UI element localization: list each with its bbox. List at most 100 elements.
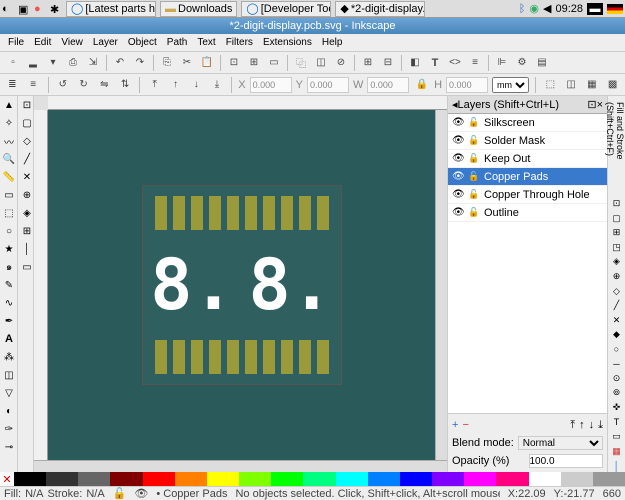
- snap-grid2-icon[interactable]: ▦: [609, 445, 625, 458]
- copper-pad[interactable]: [263, 340, 275, 374]
- snap-center-icon[interactable]: ⊕: [609, 270, 625, 283]
- ruler-vertical[interactable]: [34, 110, 48, 460]
- color-swatch[interactable]: [496, 472, 528, 486]
- raise-top-button[interactable]: ⤒: [146, 76, 163, 94]
- bezier-tool[interactable]: ∿: [0, 294, 18, 312]
- affect-corners-button[interactable]: ◫: [563, 76, 580, 94]
- copper-pad[interactable]: [299, 340, 311, 374]
- snap-smooth-icon[interactable]: ○: [609, 343, 625, 356]
- eye-icon[interactable]: 👁: [452, 153, 464, 164]
- terminal-icon[interactable]: ▣: [18, 3, 30, 15]
- bucket-tool[interactable]: ▽: [0, 384, 18, 402]
- lower-button[interactable]: ↓: [188, 76, 205, 94]
- star-tool[interactable]: ★: [0, 240, 18, 258]
- align-button[interactable]: ⊫: [493, 54, 511, 72]
- unit-select[interactable]: mm: [492, 77, 529, 93]
- 3dbox-tool[interactable]: ⬚: [0, 204, 18, 222]
- snap-bbox-icon[interactable]: ▢: [609, 212, 625, 225]
- color-swatch[interactable]: [303, 472, 335, 486]
- current-layer[interactable]: • Copper Pads: [156, 488, 227, 500]
- snap-pgborder-icon[interactable]: ▭: [609, 430, 625, 443]
- zoom-fit-button[interactable]: ⊡: [225, 54, 243, 72]
- duplicate-button[interactable]: ⿻: [292, 54, 310, 72]
- layer-row[interactable]: 👁🔓Outline: [448, 204, 607, 222]
- eraser-tool[interactable]: ◫: [0, 366, 18, 384]
- add-layer-button[interactable]: +: [452, 419, 458, 431]
- lock-icon[interactable]: 🔓: [468, 207, 480, 218]
- layer-bottom-button[interactable]: ⤓: [598, 419, 603, 432]
- color-swatch[interactable]: [78, 472, 110, 486]
- paste-button[interactable]: 📋: [198, 54, 216, 72]
- copper-pad[interactable]: [227, 340, 239, 374]
- color-swatch[interactable]: [529, 472, 561, 486]
- layer-top-button[interactable]: ⤒: [570, 419, 575, 432]
- group-button[interactable]: ⊞: [359, 54, 377, 72]
- text-button[interactable]: T: [426, 54, 444, 72]
- tray-flag-de[interactable]: [607, 4, 623, 14]
- print-button[interactable]: ⎙: [64, 54, 82, 72]
- color-swatch[interactable]: [432, 472, 464, 486]
- snap-guide2-icon[interactable]: │: [609, 459, 625, 472]
- copper-pad[interactable]: [155, 196, 167, 230]
- ruler-horizontal[interactable]: [48, 96, 447, 110]
- layer-visible-icon[interactable]: 👁: [134, 487, 148, 500]
- eye-icon[interactable]: 👁: [452, 135, 464, 146]
- menu-layer[interactable]: Layer: [89, 36, 122, 49]
- fill-stroke-button[interactable]: ◧: [406, 54, 424, 72]
- snap-others-icon[interactable]: ⊙: [609, 372, 625, 385]
- snap-enable-icon[interactable]: ⊡: [609, 197, 625, 210]
- lock-icon[interactable]: 🔓: [468, 117, 480, 128]
- zoom-value[interactable]: 660: [603, 488, 621, 500]
- app-menu-icon[interactable]: ◐: [2, 3, 14, 15]
- open-button[interactable]: ▂: [24, 54, 42, 72]
- color-swatch[interactable]: [464, 472, 496, 486]
- copper-pad[interactable]: [227, 196, 239, 230]
- menu-extensions[interactable]: Extensions: [259, 36, 316, 49]
- snap-mid-icon[interactable]: ◈: [609, 256, 625, 269]
- copper-pad[interactable]: [299, 196, 311, 230]
- stroke-value[interactable]: N/A: [86, 488, 104, 500]
- copper-pad[interactable]: [209, 340, 221, 374]
- export-button[interactable]: ⇲: [84, 54, 102, 72]
- selector-tool[interactable]: ▲: [0, 96, 18, 114]
- menu-file[interactable]: File: [4, 36, 28, 49]
- panel-undock-icon[interactable]: ⊡: [587, 98, 596, 111]
- menu-path[interactable]: Path: [163, 36, 192, 49]
- copper-pad[interactable]: [245, 340, 257, 374]
- color-swatch[interactable]: [239, 472, 271, 486]
- snap-edge-icon[interactable]: ⊞: [609, 227, 625, 240]
- color-swatch[interactable]: [110, 472, 142, 486]
- redo-button[interactable]: ↷: [131, 54, 149, 72]
- prefs-button[interactable]: ⚙: [513, 54, 531, 72]
- zoom-page-button[interactable]: ▭: [265, 54, 283, 72]
- color-swatch[interactable]: [175, 472, 207, 486]
- fan-icon[interactable]: ✱: [50, 3, 62, 15]
- opacity-input[interactable]: [529, 454, 604, 468]
- dropper-tool[interactable]: ✑: [0, 420, 18, 438]
- layer-row[interactable]: 👁🔓Solder Mask: [448, 132, 607, 150]
- doc-prefs-button[interactable]: ▤: [533, 54, 551, 72]
- eye-icon[interactable]: 👁: [452, 171, 464, 182]
- blend-mode-select[interactable]: Normal: [518, 436, 603, 450]
- layer-down-button[interactable]: ↓: [589, 419, 595, 431]
- eye-icon[interactable]: 👁: [452, 117, 464, 128]
- menu-object[interactable]: Object: [124, 36, 161, 49]
- volume-icon[interactable]: ◀: [543, 2, 551, 15]
- taskbar-item-3[interactable]: ◆*2-digit-display.pc...: [335, 1, 425, 17]
- lock-aspect-button[interactable]: 🔒: [413, 76, 430, 94]
- color-palette[interactable]: ✕: [0, 472, 625, 486]
- pcb-artwork[interactable]: 8. 8.: [142, 185, 342, 385]
- raise-button[interactable]: ↑: [167, 76, 184, 94]
- copper-pad[interactable]: [245, 196, 257, 230]
- copper-pad[interactable]: [155, 340, 167, 374]
- firefox-icon[interactable]: ●: [34, 3, 46, 15]
- affect-gradient-button[interactable]: ▦: [583, 76, 600, 94]
- no-color-swatch[interactable]: ✕: [0, 472, 14, 486]
- canvas-scrollbar-v[interactable]: [435, 110, 447, 460]
- zoom-draw-button[interactable]: ⊞: [245, 54, 263, 72]
- undo-button[interactable]: ↶: [111, 54, 129, 72]
- snap-cusp-icon[interactable]: ◆: [609, 328, 625, 341]
- layer-row[interactable]: 👁🔓Copper Through Hole: [448, 186, 607, 204]
- wifi-icon[interactable]: ◉: [529, 2, 539, 15]
- snap-rot-icon[interactable]: ✜: [609, 401, 625, 414]
